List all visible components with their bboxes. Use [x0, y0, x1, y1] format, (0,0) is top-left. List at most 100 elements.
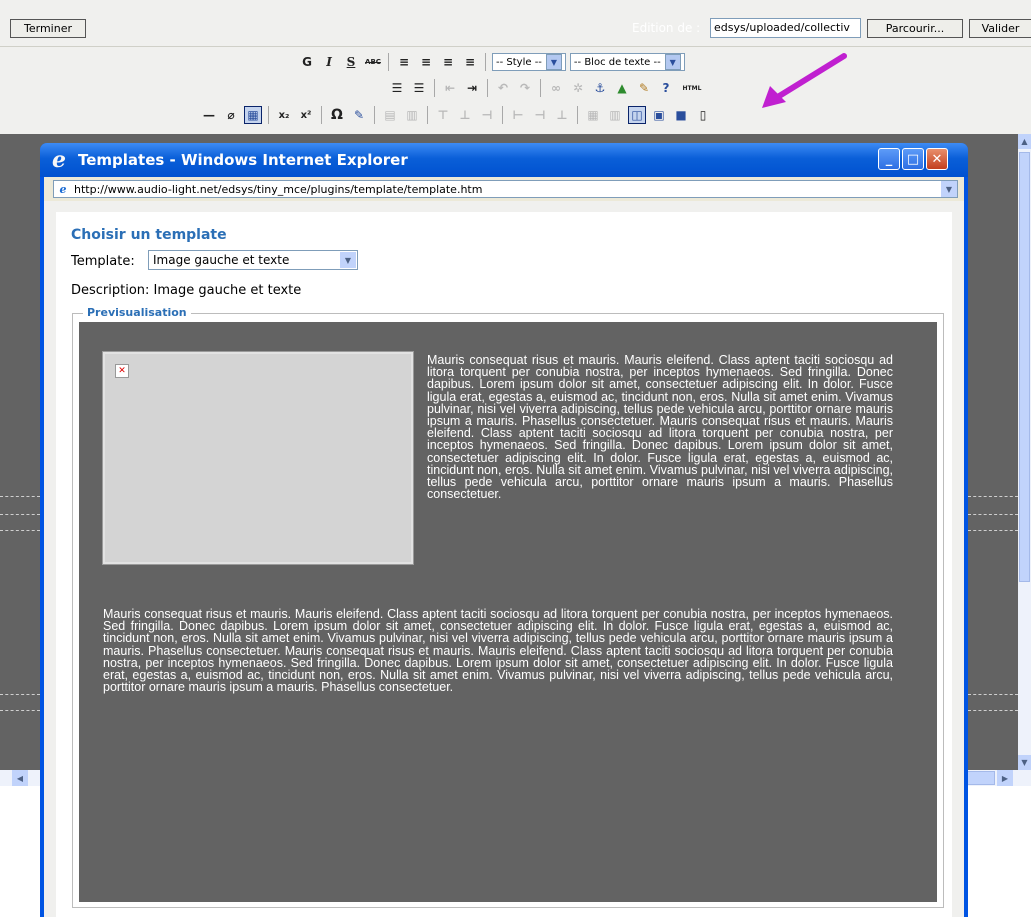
undo-icon[interactable]: ↶ — [494, 79, 512, 97]
toolbar-separator — [487, 79, 488, 97]
popup-content: Choisir un template Template: Image gauc… — [44, 201, 964, 917]
align-left-icon[interactable]: ≡ — [395, 53, 413, 71]
underline-button[interactable]: S — [342, 53, 360, 71]
align-right-icon[interactable]: ≡ — [439, 53, 457, 71]
preview-text-full: Mauris consequat risus et mauris. Mauris… — [103, 607, 893, 695]
templates-popup-window: e Templates - Windows Internet Explorer … — [40, 143, 968, 917]
url-field[interactable]: e http://www.audio-light.net/edsys/tiny_… — [53, 180, 958, 198]
redo-icon[interactable]: ↷ — [516, 79, 534, 97]
toolbar-separator — [502, 106, 503, 124]
delete-row-icon[interactable]: ⊣ — [478, 106, 496, 124]
block-format-select[interactable]: -- Bloc de texte -- ▼ — [569, 53, 685, 71]
unlink-icon[interactable]: ✲ — [569, 79, 587, 97]
preview-fieldset: Previsualisation ✕ Mauris consequat risu… — [72, 306, 944, 908]
scroll-right-icon[interactable]: ▶ — [997, 770, 1013, 786]
annotation-arrow — [762, 53, 847, 108]
top-bar: Terminer Edition de : edsys/uploaded/col… — [0, 0, 1031, 46]
table-row-props-icon[interactable]: ▤ — [381, 106, 399, 124]
italic-button[interactable]: I — [320, 53, 338, 71]
chevron-down-icon: ▼ — [664, 54, 681, 70]
template-label: Template: — [71, 254, 135, 269]
edit-icon[interactable]: ✎ — [350, 106, 368, 124]
divider — [0, 694, 40, 695]
table-cell-props-icon[interactable]: ▥ — [403, 106, 421, 124]
indent-icon[interactable]: ⇥ — [463, 79, 481, 97]
scroll-down-icon[interactable]: ▼ — [1018, 755, 1031, 770]
align-center-icon[interactable]: ≡ — [417, 53, 435, 71]
new-document-icon[interactable]: ▯ — [694, 106, 712, 124]
chevron-down-icon[interactable]: ▼ — [340, 252, 356, 268]
align-justify-icon[interactable]: ≡ — [461, 53, 479, 71]
insert-row-after-icon[interactable]: ⊥ — [456, 106, 474, 124]
merge-cells-icon[interactable]: ▥ — [606, 106, 624, 124]
split-cells-icon[interactable]: ▦ — [584, 106, 602, 124]
valider-button[interactable]: Valider — [969, 19, 1031, 38]
divider — [968, 710, 1018, 711]
close-button[interactable]: ✕ — [926, 148, 948, 170]
cleanup-icon[interactable]: ✎ — [635, 79, 653, 97]
special-char-button[interactable]: Ω — [328, 106, 346, 124]
strikethrough-button[interactable]: ABC — [364, 53, 382, 71]
scroll-thumb[interactable] — [1019, 152, 1030, 582]
template-select[interactable]: Image gauche et texte ▼ — [148, 250, 358, 270]
table-visual-aid-icon[interactable]: ▦ — [244, 106, 262, 124]
remove-format-icon[interactable]: ⌀ — [222, 106, 240, 124]
template-preview: ✕ Mauris consequat risus et mauris. Maur… — [79, 322, 937, 902]
broken-image-icon: ✕ — [115, 364, 129, 378]
save-icon[interactable]: ■ — [672, 106, 690, 124]
style-select[interactable]: -- Style -- ▼ — [492, 53, 566, 71]
subscript-button[interactable]: x₂ — [275, 106, 293, 124]
link-icon[interactable]: ∞ — [547, 79, 565, 97]
delete-col-icon[interactable]: ⊥ — [553, 106, 571, 124]
editor-vertical-scrollbar[interactable]: ▲ ▼ — [1018, 134, 1031, 770]
scroll-left-icon[interactable]: ◀ — [12, 770, 28, 786]
chevron-down-icon[interactable]: ▼ — [941, 181, 957, 197]
divider — [968, 496, 1018, 497]
divider — [0, 710, 40, 711]
file-path-field[interactable]: edsys/uploaded/collectiv — [710, 18, 861, 38]
maximize-button[interactable]: □ — [902, 148, 924, 170]
terminer-button[interactable]: Terminer — [10, 19, 86, 38]
editor-toolbar: G I S ABC ≡ ≡ ≡ ≡ -- Style -- ▼ -- Bloc d… — [0, 46, 1031, 135]
numbered-list-icon[interactable]: ☰ — [410, 79, 428, 97]
toolbar-separator — [577, 106, 578, 124]
toolbar-separator — [540, 79, 541, 97]
url-text: http://www.audio-light.net/edsys/tiny_mc… — [74, 182, 483, 196]
horizontal-rule-icon[interactable]: — — [200, 106, 218, 124]
scroll-up-icon[interactable]: ▲ — [1018, 134, 1031, 149]
divider — [968, 514, 1018, 515]
minimize-button[interactable]: _ — [878, 148, 900, 170]
parcourir-button[interactable]: Parcourir... — [867, 19, 963, 38]
bullet-list-icon[interactable]: ☰ — [388, 79, 406, 97]
help-icon[interactable]: ? — [657, 79, 675, 97]
window-title: Templates - Windows Internet Explorer — [78, 151, 408, 169]
ie-page-icon: e — [59, 182, 67, 196]
insert-row-before-icon[interactable]: ⊤ — [434, 106, 452, 124]
toolbar-separator — [321, 106, 322, 124]
toolbar-row-1: G I S ABC ≡ ≡ ≡ ≡ -- Style -- ▼ -- Bloc d… — [298, 51, 685, 73]
insert-col-after-icon[interactable]: ⊣ — [531, 106, 549, 124]
html-source-button[interactable]: HTML — [679, 79, 705, 97]
divider — [968, 694, 1018, 695]
template-dialog: Choisir un template Template: Image gauc… — [56, 212, 952, 917]
chevron-down-icon: ▼ — [545, 54, 562, 70]
window-titlebar[interactable]: e Templates - Windows Internet Explorer … — [40, 143, 968, 177]
image-placeholder: ✕ — [102, 351, 414, 565]
insert-date-icon[interactable]: ▣ — [650, 106, 668, 124]
bold-button[interactable]: G — [298, 53, 316, 71]
toolbar-separator — [388, 53, 389, 71]
preview-legend: Previsualisation — [83, 306, 191, 319]
template-select-value: Image gauche et texte — [153, 253, 290, 267]
image-icon[interactable]: ▲ — [613, 79, 631, 97]
divider — [0, 496, 40, 497]
template-icon[interactable]: ◫ — [628, 106, 646, 124]
dialog-title: Choisir un template — [71, 227, 227, 243]
anchor-icon[interactable]: ⚓ — [591, 79, 609, 97]
insert-col-before-icon[interactable]: ⊢ — [509, 106, 527, 124]
divider — [0, 530, 40, 531]
outdent-icon[interactable]: ⇤ — [441, 79, 459, 97]
address-bar: e http://www.audio-light.net/edsys/tiny_… — [44, 177, 964, 201]
toolbar-separator — [434, 79, 435, 97]
internet-explorer-icon: e — [52, 147, 66, 173]
superscript-button[interactable]: x² — [297, 106, 315, 124]
